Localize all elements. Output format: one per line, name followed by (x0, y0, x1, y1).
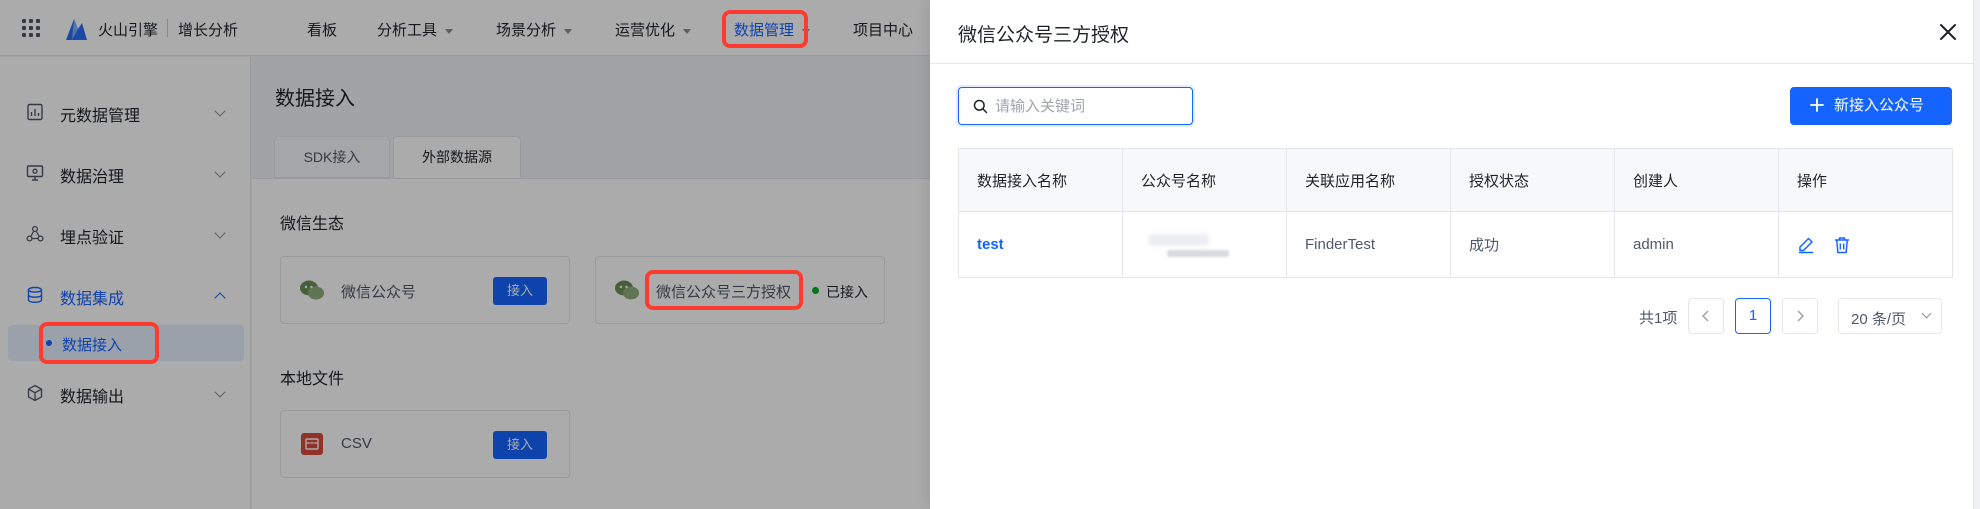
drawer-header: 微信公众号三方授权 (930, 0, 1980, 64)
plus-icon (1810, 98, 1824, 112)
table-header-row: 数据接入名称 公众号名称 关联应用名称 授权状态 创建人 操作 (958, 148, 1953, 212)
col-header-app-name: 关联应用名称 (1286, 148, 1451, 212)
redacted-account-name (1141, 228, 1241, 262)
chevron-down-icon (1921, 308, 1932, 319)
cell-app-name: FinderTest (1286, 211, 1451, 278)
edit-icon[interactable] (1797, 236, 1815, 254)
close-icon[interactable] (1938, 22, 1958, 42)
cell-actions (1778, 211, 1953, 278)
search-icon (973, 99, 988, 114)
delete-icon[interactable] (1833, 236, 1851, 254)
modal-overlay[interactable] (0, 0, 930, 509)
table-row: test FinderTest 成功 admin (958, 211, 1953, 278)
search-input[interactable] (995, 95, 1185, 117)
col-header-creator: 创建人 (1614, 148, 1779, 212)
col-header-actions: 操作 (1778, 148, 1953, 212)
drawer-wechat-third-party-auth: 微信公众号三方授权 新接入公众号 数据接入名称 公众号名称 关联应用名称 授权状… (930, 0, 1980, 509)
cell-access-name: test (958, 211, 1123, 278)
chevron-right-icon (1797, 310, 1805, 322)
new-official-account-button[interactable]: 新接入公众号 (1790, 87, 1952, 125)
col-header-access-name: 数据接入名称 (958, 148, 1123, 212)
pagination-total: 共1项 (1639, 310, 1678, 327)
drawer-title: 微信公众号三方授权 (958, 25, 1130, 46)
col-header-account-name: 公众号名称 (1122, 148, 1287, 212)
cell-creator: admin (1614, 211, 1779, 278)
cell-auth-status: 成功 (1450, 211, 1615, 278)
pagination-prev-button[interactable] (1688, 298, 1724, 334)
col-header-auth-status: 授权状态 (1450, 148, 1615, 212)
pagination-next-button[interactable] (1782, 298, 1818, 334)
page-size-select[interactable]: 20 条/页 (1838, 298, 1942, 334)
chevron-left-icon (1701, 310, 1709, 322)
search-field[interactable] (958, 87, 1193, 125)
access-name-link[interactable]: test (977, 236, 1004, 253)
pagination-page-button[interactable]: 1 (1735, 298, 1771, 334)
cell-account-name (1122, 211, 1287, 278)
auth-table: 数据接入名称 公众号名称 关联应用名称 授权状态 创建人 操作 test Fin… (958, 148, 1953, 278)
window-scrollbar[interactable] (1973, 0, 1980, 509)
